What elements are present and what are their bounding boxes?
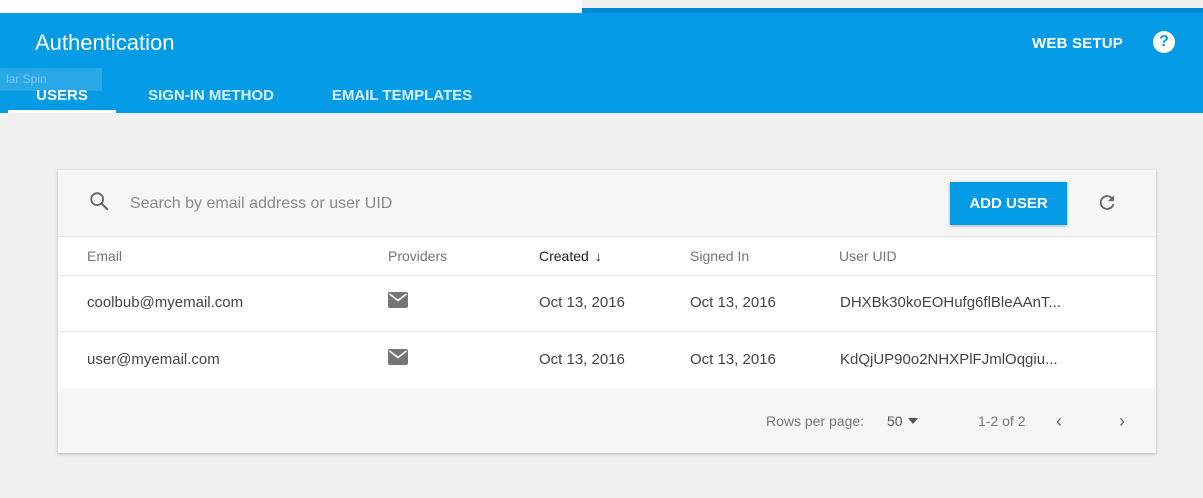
cell-signed-in: Oct 13, 2016	[690, 294, 776, 311]
column-email[interactable]: Email	[87, 248, 122, 264]
top-strip-light	[0, 0, 582, 13]
column-created[interactable]: Created ↓	[539, 248, 602, 264]
cell-created: Oct 13, 2016	[539, 351, 625, 368]
cell-signed-in: Oct 13, 2016	[690, 351, 776, 368]
table-row[interactable]: coolbub@myemail.com Oct 13, 2016 Oct 13,…	[58, 275, 1156, 332]
card-toolbar: ADD USER	[58, 170, 1156, 236]
page-title: Authentication	[35, 30, 175, 55]
rows-per-page-select[interactable]: 50	[887, 413, 903, 429]
mail-icon	[388, 292, 408, 308]
help-icon[interactable]: ?	[1153, 31, 1175, 53]
column-providers: Providers	[388, 248, 448, 264]
cell-email: coolbub@myemail.com	[87, 294, 244, 311]
users-card: ADD USER Email Providers Created ↓ Signed…	[58, 170, 1156, 453]
search-input[interactable]	[128, 192, 732, 216]
refresh-icon[interactable]	[1096, 192, 1118, 214]
column-created-label: Created	[539, 248, 589, 264]
cell-email: user@myemail.com	[87, 351, 220, 368]
tab-email-templates[interactable]: EMAIL TEMPLATES	[312, 78, 492, 113]
column-user-uid: User UID	[839, 248, 897, 264]
table-header: Email Providers Created ↓ Signed In User …	[58, 236, 1156, 276]
top-strip-dark	[582, 0, 1203, 13]
mail-icon	[388, 349, 408, 365]
tab-users[interactable]: USERS	[8, 78, 116, 113]
add-user-button[interactable]: ADD USER	[950, 182, 1067, 225]
chevron-down-icon[interactable]	[908, 418, 918, 424]
tab-sign-in-method[interactable]: SIGN-IN METHOD	[131, 78, 291, 113]
table-footer: Rows per page: 50 1-2 of 2 ‹ ›	[58, 388, 1156, 453]
column-signed-in[interactable]: Signed In	[690, 248, 749, 264]
web-setup-link[interactable]: WEB SETUP	[1032, 35, 1123, 52]
next-page-button[interactable]: ›	[1119, 411, 1125, 432]
cell-user-uid: KdQjUP90o2NHXPlFJmlOqgiu...	[840, 351, 1058, 368]
rows-per-page-label: Rows per page:	[766, 413, 865, 429]
app-header: Authentication WEB SETUP ? lar Spin USER…	[0, 13, 1203, 113]
table-row[interactable]: user@myemail.com Oct 13, 2016 Oct 13, 20…	[58, 332, 1156, 389]
cell-user-uid: DHXBk30koEOHufg6flBleAAnT...	[840, 294, 1061, 311]
previous-page-button[interactable]: ‹	[1056, 411, 1062, 432]
cell-created: Oct 13, 2016	[539, 294, 625, 311]
search-icon	[90, 192, 109, 211]
sort-arrow-icon: ↓	[594, 248, 602, 264]
pagination-range: 1-2 of 2	[978, 413, 1026, 429]
